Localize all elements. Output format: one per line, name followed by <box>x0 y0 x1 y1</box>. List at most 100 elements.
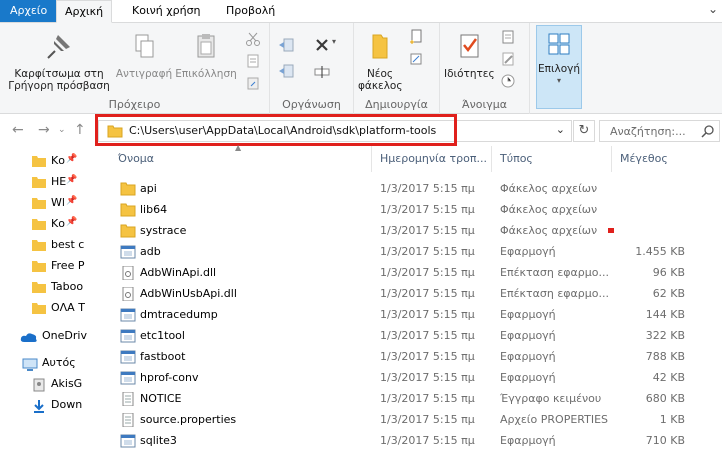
file-row[interactable]: adb 1/3/2017 5:15 πμ Εφαρμογή 1.455 KB <box>110 241 722 262</box>
file-date: 1/3/2017 5:15 πμ <box>380 224 475 237</box>
user-folder-icon <box>33 378 45 392</box>
file-type: Εφαρμογή <box>500 245 556 258</box>
nav-item[interactable]: Taboo <box>0 277 98 298</box>
file-name: adb <box>140 245 161 258</box>
file-row[interactable]: dmtracedump 1/3/2017 5:15 πμ Εφαρμογή 144 K… <box>110 304 722 325</box>
file-date: 1/3/2017 5:15 πμ <box>380 413 475 426</box>
pin-label: Καρφίτσωμα στη Γρήγορη πρόσβαση <box>8 68 110 92</box>
file-row[interactable]: NOTICE 1/3/2017 5:15 πμ Έγγραφο κειμένου 68… <box>110 388 722 409</box>
new-group: Νέος φάκελος Δημιουργία <box>354 23 440 114</box>
nav-item-label: Αυτός <box>42 356 76 369</box>
delete-dropdown-icon[interactable]: ▾ <box>332 37 336 46</box>
file-date: 1/3/2017 5:15 πμ <box>380 182 475 195</box>
paste-label: Επικόλληση <box>175 68 237 80</box>
cut-icon[interactable] <box>245 31 261 47</box>
ribbon-tabs: Αρχείο Αρχική Κοινή χρήση Προβολή ⌄ <box>0 0 722 23</box>
copy-button[interactable]: Αντιγραφή <box>114 31 174 80</box>
file-size: 322 KB <box>645 329 685 342</box>
application-icon <box>120 329 136 343</box>
nav-item[interactable]: ΟΛΑ Τ <box>0 298 98 319</box>
nav-item[interactable]: Κο 📌 <box>0 151 98 172</box>
open-icon[interactable] <box>500 29 516 45</box>
folder-icon <box>32 261 46 272</box>
nav-item[interactable]: Κο 📌 <box>0 214 98 235</box>
back-arrow-icon[interactable]: ← <box>12 122 24 138</box>
chevron-down-icon[interactable]: ⌄ <box>708 2 718 16</box>
select-all-icon <box>548 33 570 55</box>
edit-icon[interactable] <box>500 51 516 67</box>
file-date: 1/3/2017 5:15 πμ <box>380 392 475 405</box>
file-row[interactable]: api 1/3/2017 5:15 πμ Φάκελος αρχείων <box>110 178 722 199</box>
file-size: 62 KB <box>652 287 685 300</box>
nav-item[interactable]: Free P <box>0 256 98 277</box>
tab-share[interactable]: Κοινή χρήση <box>124 0 209 22</box>
file-row[interactable]: systrace 1/3/2017 5:15 πμ Φάκελος αρχείων <box>110 220 722 241</box>
column-header-type[interactable]: Τύπος <box>492 146 612 172</box>
pin-quick-access-button[interactable]: Καρφίτσωμα στη Γρήγορη πρόσβαση <box>6 31 112 92</box>
new-folder-button[interactable]: Νέος φάκελος <box>358 31 403 92</box>
up-arrow-icon[interactable]: ↑ <box>74 122 86 138</box>
nav-item[interactable]: ΗΕ 📌 <box>0 172 98 193</box>
nav-item-akis[interactable]: AkisG <box>0 374 98 395</box>
column-header-date[interactable]: Ημερομηνία τροπ... <box>372 146 492 172</box>
nav-item-onedrive[interactable]: OneDriv <box>0 326 98 347</box>
file-row[interactable]: source.properties 1/3/2017 5:15 πμ Αρχείο … <box>110 409 722 430</box>
copy-to-icon[interactable] <box>278 63 294 79</box>
delete-icon[interactable] <box>314 37 330 53</box>
refresh-button[interactable]: ↻ <box>573 120 595 142</box>
rename-icon[interactable] <box>314 63 330 79</box>
search-input[interactable]: Αναζήτηση:... <box>599 120 720 142</box>
nav-item[interactable]: best c <box>0 235 98 256</box>
computer-icon <box>22 358 38 371</box>
open-group: Ιδιότητες Άνοιγμα <box>440 23 530 114</box>
file-date: 1/3/2017 5:15 πμ <box>380 371 475 384</box>
file-date: 1/3/2017 5:15 πμ <box>380 350 475 363</box>
properties-button[interactable]: Ιδιότητες <box>444 31 495 80</box>
file-row[interactable]: etc1tool 1/3/2017 5:15 πμ Εφαρμογή 322 KB <box>110 325 722 346</box>
file-size: 1.455 KB <box>635 245 685 258</box>
column-header-size[interactable]: Μέγεθος <box>612 146 722 172</box>
file-type: Εφαρμογή <box>500 371 556 384</box>
file-type: Εφαρμογή <box>500 350 556 363</box>
folder-icon <box>120 224 136 238</box>
file-row[interactable]: fastboot 1/3/2017 5:15 πμ Εφαρμογή 788 KB <box>110 346 722 367</box>
nav-item[interactable]: Wl 📌 <box>0 193 98 214</box>
nav-item-this-pc[interactable]: Αυτός <box>0 353 98 374</box>
file-row[interactable]: AdbWinUsbApi.dll 1/3/2017 5:15 πμ Επέκταση… <box>110 283 722 304</box>
dll-file-icon <box>120 265 136 281</box>
file-date: 1/3/2017 5:15 πμ <box>380 434 475 447</box>
new-folder-icon <box>372 34 388 59</box>
application-icon <box>120 308 136 322</box>
paste-shortcut-icon[interactable] <box>245 75 261 91</box>
search-placeholder: Αναζήτηση:... <box>610 125 686 138</box>
file-row[interactable]: lib64 1/3/2017 5:15 πμ Φάκελος αρχείων <box>110 199 722 220</box>
move-to-icon[interactable] <box>278 37 294 53</box>
tab-home[interactable]: Αρχική <box>56 0 113 23</box>
pin-icon: 📌 <box>66 196 78 206</box>
navigation-pane: Κο 📌 ΗΕ 📌 Wl 📌 Κο 📌 best c Free P Taboo … <box>0 146 98 455</box>
folder-icon <box>32 156 46 167</box>
pin-icon: 📌 <box>66 217 78 227</box>
file-name: source.properties <box>140 413 237 426</box>
history-icon[interactable] <box>500 73 516 89</box>
application-icon <box>120 434 136 448</box>
nav-item-downloads[interactable]: Down <box>0 395 98 416</box>
select-button[interactable]: Επιλογή ▾ <box>536 25 582 109</box>
easy-access-icon[interactable] <box>408 51 424 67</box>
search-icon[interactable] <box>701 124 715 138</box>
file-row[interactable]: sqlite3 1/3/2017 5:15 πμ Εφαρμογή 710 KB <box>110 430 722 451</box>
tab-view[interactable]: Προβολή <box>218 0 283 22</box>
file-row[interactable]: hprof-conv 1/3/2017 5:15 πμ Εφαρμογή 42 KB <box>110 367 722 388</box>
nav-item-label: Taboo <box>51 280 84 293</box>
file-row[interactable]: AdbWinApi.dll 1/3/2017 5:15 πμ Επέκταση εφ… <box>110 262 722 283</box>
nav-item-label: Down <box>51 398 83 411</box>
nav-item-label: Κο <box>51 217 65 230</box>
nav-item-label: AkisG <box>51 377 83 390</box>
new-item-icon[interactable] <box>408 29 424 45</box>
paste-button[interactable]: Επικόλληση <box>174 31 238 80</box>
recent-locations-icon[interactable]: ⌄ <box>58 125 66 135</box>
tab-file[interactable]: Αρχείο <box>0 0 58 22</box>
forward-arrow-icon[interactable]: → <box>38 122 50 138</box>
copy-path-icon[interactable] <box>245 53 261 69</box>
address-dropdown-icon[interactable]: ⌄ <box>556 123 565 136</box>
